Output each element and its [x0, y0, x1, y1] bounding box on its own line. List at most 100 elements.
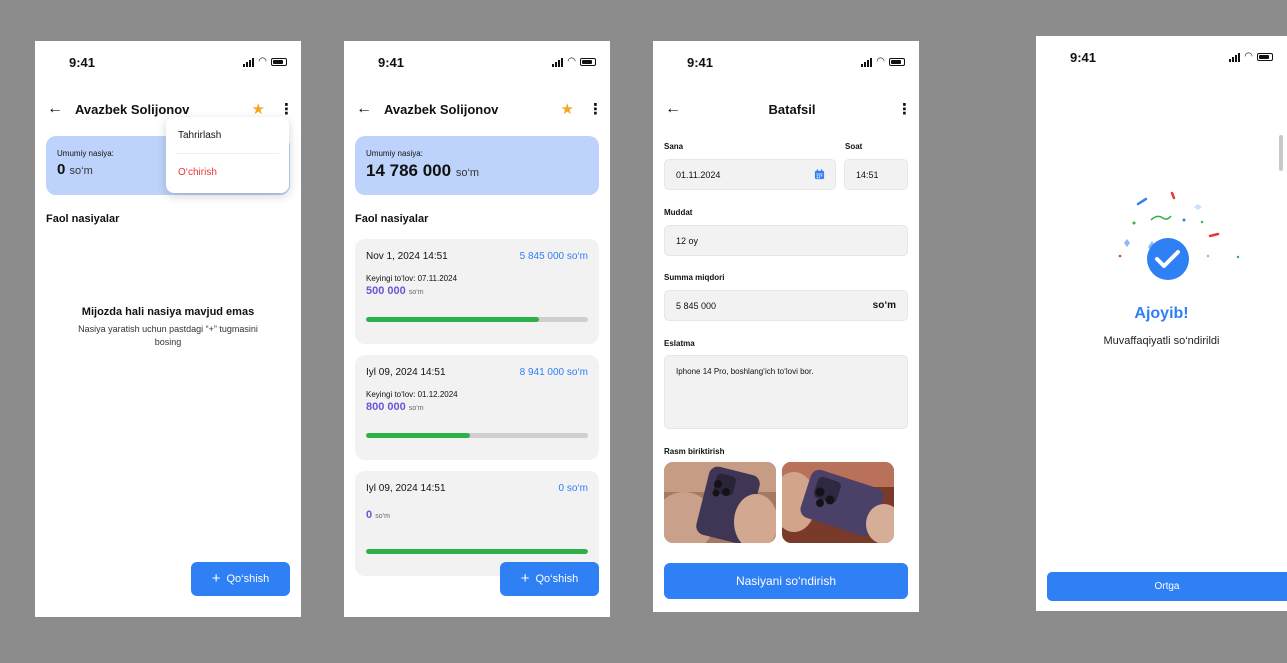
total-debt-amount: 14 786 000 so‘m: [366, 161, 588, 181]
menu-item-delete[interactable]: O‘chirish: [176, 153, 279, 189]
loan-payment: 0 so‘m: [366, 509, 588, 521]
header: ← Avazbek Solijonov ★ ⋮: [356, 99, 603, 119]
loan-payment-value: 500 000: [366, 285, 406, 297]
loan-total: 5 845 000 so‘m: [519, 251, 588, 262]
loan-progress-fill: [366, 433, 471, 438]
attached-photo[interactable]: [664, 462, 776, 543]
loan-date: Iyl 09, 2024 14:51: [366, 367, 446, 378]
status-time: 9:41: [1070, 50, 1097, 65]
plus-icon: +: [211, 570, 221, 587]
term-field[interactable]: 12 oy: [664, 225, 908, 256]
screen-customer-empty: 9:41 ◠ ← Avazbek Solijonov ★ ⋮ Umumiy na…: [35, 41, 301, 617]
battery-icon: [889, 58, 905, 66]
signal-icon: [243, 57, 255, 67]
screen-loan-details: 9:41 ◠ ← Batafsil ⋮ Sana 01.11.2024 Soat…: [653, 41, 919, 612]
total-debt-value: 0: [57, 161, 66, 178]
loan-total: 0 so‘m: [558, 483, 588, 494]
success-title: Ajoyib!: [1134, 305, 1189, 322]
more-vertical-icon[interactable]: ⋮: [897, 100, 912, 118]
signal-icon: [552, 57, 564, 67]
attached-photo[interactable]: [782, 462, 894, 543]
photos-label: Rasm biriktirish: [664, 447, 725, 456]
loan-card[interactable]: Iyl 09, 2024 14:51 8 941 000 so‘m Keying…: [355, 355, 599, 460]
back-arrow-icon[interactable]: ←: [665, 100, 687, 118]
loan-payment-unit: so‘m: [408, 405, 424, 412]
back-button[interactable]: Ortga: [1047, 572, 1287, 601]
time-label: Soat: [845, 142, 863, 151]
loan-total: 8 941 000 so‘m: [519, 367, 588, 378]
total-debt-unit: so‘m: [69, 165, 93, 177]
sum-value: 5 845 000: [676, 300, 717, 311]
context-menu: Tahrirlash O‘chirish: [166, 117, 289, 193]
total-debt-card: Umumiy nasiya: 14 786 000 so‘m: [355, 136, 599, 195]
plus-icon: +: [520, 570, 530, 587]
time-field[interactable]: 14:51: [844, 159, 908, 190]
close-loan-button[interactable]: Nasiyani so‘ndirish: [664, 563, 908, 599]
scrollbar[interactable]: [1279, 135, 1283, 171]
signal-icon: [1229, 52, 1241, 62]
screen-success: 9:41 ◠ Ajoyib! Muvaffaqiyatli so‘ndirild…: [1036, 36, 1287, 611]
loan-date: Nov 1, 2024 14:51: [366, 251, 448, 262]
total-debt-label: Umumiy nasiya:: [366, 149, 423, 158]
note-value: Iphone 14 Pro, boshlang‘ich to‘lovi bor.: [676, 367, 814, 376]
note-field[interactable]: Iphone 14 Pro, boshlang‘ich to‘lovi bor.: [664, 355, 908, 429]
battery-icon: [1257, 53, 1273, 61]
loan-next-payment: Keyingi to‘lov: 01.12.2024: [366, 390, 458, 399]
wifi-icon: ◠: [876, 56, 885, 67]
star-icon[interactable]: ★: [252, 100, 265, 118]
loan-progress-bar: [366, 433, 588, 438]
empty-subtitle: Nasiya yaratish uchun pastdagi “+” tugma…: [78, 324, 258, 347]
status-bar: 9:41 ◠: [653, 55, 919, 71]
page-title: Avazbek Solijonov: [384, 101, 499, 117]
more-vertical-icon[interactable]: ⋮: [279, 100, 294, 118]
page-title: Batafsil: [768, 101, 816, 117]
loan-card[interactable]: Nov 1, 2024 14:51 5 845 000 so‘m Keyingi…: [355, 239, 599, 344]
header: ← Batafsil ⋮: [665, 99, 912, 119]
battery-icon: [271, 58, 287, 66]
wifi-icon: ◠: [258, 56, 267, 67]
loan-payment-value: 800 000: [366, 401, 406, 413]
loan-card[interactable]: Iyl 09, 2024 14:51 0 so‘m 0 so‘m: [355, 471, 599, 576]
section-title: Faol nasiyalar: [355, 213, 429, 225]
loan-payment: 500 000 so‘m: [366, 285, 588, 297]
term-label: Muddat: [664, 208, 693, 217]
total-debt-unit: so‘m: [455, 167, 480, 179]
total-debt-value: 14 786 000: [366, 161, 452, 180]
more-vertical-icon[interactable]: ⋮: [588, 100, 603, 118]
status-time: 9:41: [378, 55, 405, 70]
signal-icon: [861, 57, 873, 67]
sum-unit: so‘m: [872, 300, 896, 311]
loan-progress-bar: [366, 317, 588, 322]
back-arrow-icon[interactable]: ←: [356, 100, 378, 118]
page-title: Avazbek Solijonov: [75, 101, 190, 117]
loan-payment-unit: so‘m: [375, 513, 390, 520]
add-button[interactable]: + Qo‘shish: [191, 562, 290, 596]
loan-progress-fill: [366, 549, 588, 554]
back-arrow-icon[interactable]: ←: [47, 100, 69, 118]
date-field[interactable]: 01.11.2024: [664, 159, 836, 190]
screen-customer-loans: 9:41 ◠ ← Avazbek Solijonov ★ ⋮ Umumiy na…: [344, 41, 610, 617]
empty-title: Mijozda hali nasiya mavjud emas: [81, 306, 255, 318]
wifi-icon: ◠: [1244, 51, 1253, 62]
wifi-icon: ◠: [567, 56, 576, 67]
loan-payment: 800 000 so‘m: [366, 401, 588, 413]
status-bar: 9:41 ◠: [344, 55, 610, 71]
menu-item-edit[interactable]: Tahrirlash: [166, 117, 289, 153]
date-label: Sana: [664, 142, 684, 151]
status-time: 9:41: [69, 55, 96, 70]
sum-field[interactable]: 5 845 000 so‘m: [664, 290, 908, 321]
sum-label: Summa miqdori: [664, 273, 725, 282]
add-button[interactable]: + Qo‘shish: [500, 562, 599, 596]
note-label: Eslatma: [664, 339, 695, 348]
status-bar: 9:41 ◠: [35, 55, 301, 71]
loan-payment-unit: so‘m: [408, 289, 424, 296]
calendar-icon[interactable]: [814, 169, 825, 180]
star-icon[interactable]: ★: [561, 100, 574, 118]
loan-date: Iyl 09, 2024 14:51: [366, 483, 446, 494]
time-value: 14:51: [856, 169, 879, 180]
battery-icon: [580, 58, 596, 66]
term-value: 12 oy: [676, 235, 699, 246]
loan-next-payment: Keyingi to‘lov: 07.11.2024: [366, 274, 458, 283]
add-button-label: Qo‘shish: [226, 573, 270, 585]
loan-payment-value: 0: [366, 509, 373, 521]
